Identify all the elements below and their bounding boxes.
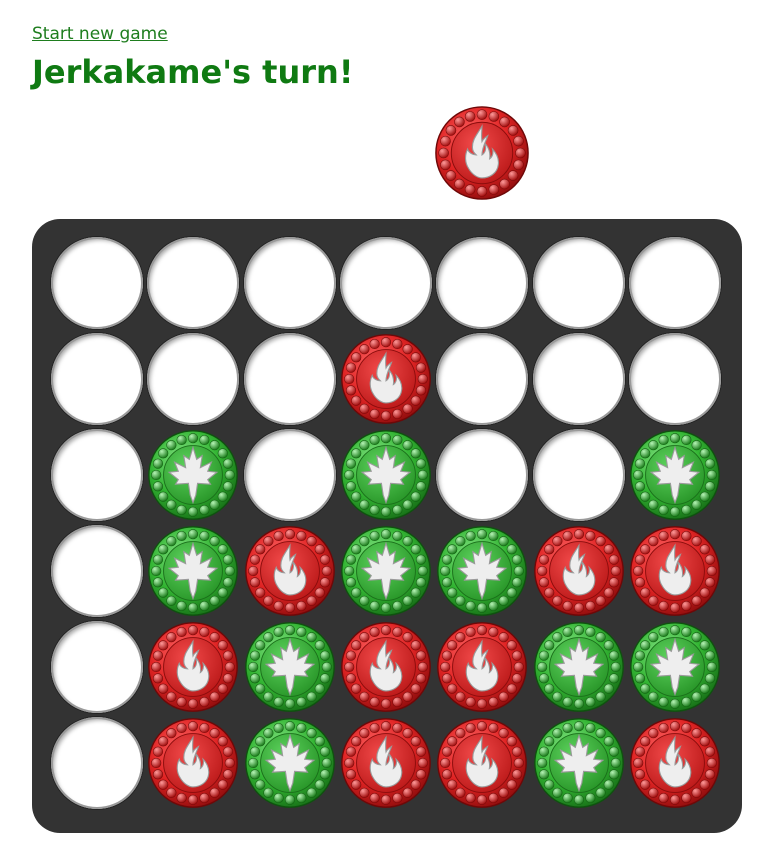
empty-slot[interactable] <box>436 333 529 425</box>
green-disc[interactable] <box>147 525 239 617</box>
green-disc[interactable] <box>533 621 625 713</box>
red-disc-graphic <box>437 718 528 808</box>
green-disc-graphic <box>244 718 335 808</box>
empty-slot[interactable] <box>51 525 143 617</box>
red-disc-graphic <box>629 718 720 808</box>
empty-slot[interactable] <box>147 237 240 329</box>
green-disc[interactable] <box>340 429 432 521</box>
empty-slot[interactable] <box>51 333 143 425</box>
green-disc[interactable] <box>244 621 336 713</box>
green-disc-graphic <box>148 430 239 520</box>
green-disc-graphic <box>533 622 624 712</box>
green-disc-graphic <box>244 622 335 712</box>
green-disc[interactable] <box>147 429 239 521</box>
current-player-disc[interactable] <box>434 105 530 201</box>
red-disc-graphic <box>629 526 720 616</box>
green-disc-graphic <box>629 430 720 520</box>
empty-slot[interactable] <box>532 333 625 425</box>
empty-slot[interactable] <box>436 237 529 329</box>
empty-slot[interactable] <box>532 429 625 521</box>
red-disc-graphic <box>437 622 528 712</box>
turn-indicator-title: Jerkakame's turn! <box>32 53 354 91</box>
empty-slot[interactable] <box>339 237 432 329</box>
green-disc-graphic <box>629 622 720 712</box>
empty-slot[interactable] <box>51 621 143 713</box>
red-disc-graphic <box>341 718 431 808</box>
red-disc[interactable] <box>147 717 239 809</box>
green-disc[interactable] <box>340 525 432 617</box>
green-disc[interactable] <box>533 717 625 809</box>
red-disc[interactable] <box>533 525 625 617</box>
red-disc-graphic <box>148 622 239 712</box>
empty-slot[interactable] <box>51 717 143 809</box>
red-disc-graphic <box>341 622 431 712</box>
green-disc[interactable] <box>436 525 528 617</box>
red-disc[interactable] <box>629 717 721 809</box>
red-disc[interactable] <box>147 621 239 713</box>
game-board <box>32 219 742 833</box>
green-disc-graphic <box>533 718 624 808</box>
empty-slot[interactable] <box>147 333 240 425</box>
red-disc[interactable] <box>436 621 528 713</box>
empty-slot[interactable] <box>51 429 143 521</box>
red-disc-graphic <box>435 106 529 200</box>
green-disc[interactable] <box>244 717 336 809</box>
empty-slot[interactable] <box>51 237 143 329</box>
empty-slot[interactable] <box>436 429 529 521</box>
red-disc[interactable] <box>629 525 721 617</box>
empty-slot[interactable] <box>243 237 336 329</box>
red-disc-graphic <box>244 526 335 616</box>
empty-slot[interactable] <box>243 429 336 521</box>
start-new-game-link[interactable]: Start new game <box>32 23 168 45</box>
green-disc[interactable] <box>629 621 721 713</box>
green-disc-graphic <box>341 430 431 520</box>
red-disc[interactable] <box>340 621 432 713</box>
empty-slot[interactable] <box>628 333 721 425</box>
red-disc[interactable] <box>340 717 432 809</box>
empty-slot[interactable] <box>532 237 625 329</box>
red-disc-graphic <box>148 718 239 808</box>
red-disc[interactable] <box>244 525 336 617</box>
red-disc-graphic <box>341 334 431 424</box>
green-disc-graphic <box>437 526 528 616</box>
green-disc[interactable] <box>629 429 721 521</box>
empty-slot[interactable] <box>628 237 721 329</box>
red-disc[interactable] <box>340 333 432 425</box>
empty-slot[interactable] <box>243 333 336 425</box>
red-disc[interactable] <box>436 717 528 809</box>
green-disc-graphic <box>341 526 431 616</box>
red-disc-graphic <box>533 526 624 616</box>
green-disc-graphic <box>148 526 239 616</box>
